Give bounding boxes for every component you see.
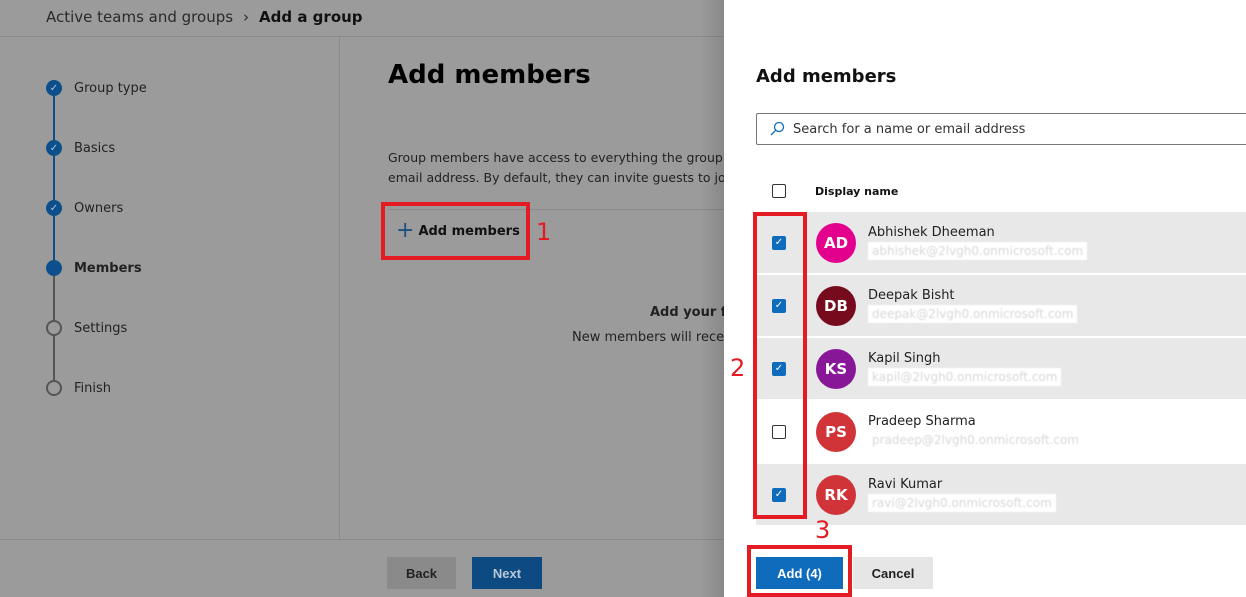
description: Group members have access to everything … <box>388 148 724 188</box>
step-connector <box>53 96 55 140</box>
member-info: Ravi Kumar ravi@2lvgh0.onmicrosoft.com <box>868 477 1056 512</box>
step-group-type[interactable]: ✓ Group type <box>46 80 147 96</box>
search-input[interactable]: Search for a name or email address <box>756 113 1246 145</box>
chevron-right-icon: › <box>243 8 250 26</box>
step-label: Owners <box>74 200 124 216</box>
avatar: PS <box>816 411 856 452</box>
annotation-label: 1 <box>536 218 552 246</box>
divider <box>0 36 724 37</box>
cancel-button[interactable]: Cancel <box>853 557 933 589</box>
annotation-box <box>747 545 852 597</box>
step-owners[interactable]: ✓ Owners <box>46 200 123 216</box>
member-email: pradeep@2lvgh0.onmicrosoft.com <box>868 431 1083 449</box>
annotation-label: 2 <box>730 354 746 382</box>
member-email: deepak@2lvgh0.onmicrosoft.com <box>868 305 1078 323</box>
column-header-display-name[interactable]: Display name <box>815 185 898 198</box>
empty-circle-icon <box>46 380 62 396</box>
step-finish: Finish <box>46 380 111 396</box>
step-connector <box>53 156 55 200</box>
step-label: Finish <box>74 380 112 396</box>
page-title: Add members <box>388 60 591 90</box>
table-header: Display name <box>756 178 1246 204</box>
step-label: Group type <box>74 80 147 96</box>
member-info: Pradeep Sharma pradeep@2lvgh0.onmicrosoft… <box>868 414 1083 449</box>
avatar: AD <box>816 222 856 263</box>
panel-title: Add members <box>756 66 897 87</box>
breadcrumb-current: Add a group <box>259 8 363 26</box>
description-line: email address. By default, they can invi… <box>388 170 724 185</box>
step-basics[interactable]: ✓ Basics <box>46 140 115 156</box>
select-all-checkbox[interactable] <box>772 184 786 198</box>
step-settings: Settings <box>46 320 127 336</box>
member-name: Kapil Singh <box>868 351 941 366</box>
member-email: ravi@2lvgh0.onmicrosoft.com <box>868 494 1056 512</box>
avatar: KS <box>816 348 856 389</box>
description-line: Group members have access to everything … <box>388 150 724 165</box>
member-info: Abhishek Dheeman abhishek@2lvgh0.onmicros… <box>868 225 1088 260</box>
current-step-icon <box>46 260 62 276</box>
step-label: Settings <box>74 320 128 336</box>
divider <box>339 37 340 539</box>
member-row[interactable]: ✓ DB Deepak Bisht deepak@2lvgh0.onmicroso… <box>756 275 1246 337</box>
step-connector <box>53 216 55 260</box>
member-name: Deepak Bisht <box>868 288 955 303</box>
breadcrumb: Active teams and groups › Add a group <box>46 8 363 26</box>
member-row[interactable]: ✓ AD Abhishek Dheeman abhishek@2lvgh0.onm… <box>756 212 1246 274</box>
member-email: abhishek@2lvgh0.onmicrosoft.com <box>868 242 1088 260</box>
search-placeholder: Search for a name or email address <box>793 121 1026 137</box>
member-name: Ravi Kumar <box>868 477 943 492</box>
check-icon: ✓ <box>46 140 62 156</box>
member-name: Pradeep Sharma <box>868 414 976 429</box>
search-icon <box>770 121 785 136</box>
member-name: Abhishek Dheeman <box>868 225 995 240</box>
annotation-box <box>381 202 530 260</box>
annotation-box <box>753 212 807 519</box>
step-members[interactable]: Members <box>46 260 142 276</box>
next-button[interactable]: Next <box>472 557 542 589</box>
step-connector <box>53 276 55 320</box>
check-icon: ✓ <box>46 80 62 96</box>
breadcrumb-parent-link[interactable]: Active teams and groups <box>46 8 233 26</box>
check-icon: ✓ <box>46 200 62 216</box>
add-members-panel: Add members Search for a name or email a… <box>724 0 1246 597</box>
avatar: RK <box>816 474 856 515</box>
step-label: Basics <box>74 140 116 156</box>
divider <box>0 539 724 540</box>
annotation-label: 3 <box>815 516 831 544</box>
back-button[interactable]: Back <box>387 557 456 589</box>
member-row[interactable]: PS Pradeep Sharma pradeep@2lvgh0.onmicros… <box>756 401 1246 463</box>
member-info: Deepak Bisht deepak@2lvgh0.onmicrosoft.co… <box>868 288 1078 323</box>
empty-circle-icon <box>46 320 62 336</box>
step-connector <box>53 336 55 380</box>
panel-shadow <box>700 0 724 597</box>
avatar: DB <box>816 285 856 326</box>
member-row[interactable]: ✓ KS Kapil Singh kapil@2lvgh0.onmicrosoft… <box>756 338 1246 400</box>
member-email: kapil@2lvgh0.onmicrosoft.com <box>868 368 1062 386</box>
step-label: Members <box>74 260 142 276</box>
member-info: Kapil Singh kapil@2lvgh0.onmicrosoft.com <box>868 351 1062 386</box>
